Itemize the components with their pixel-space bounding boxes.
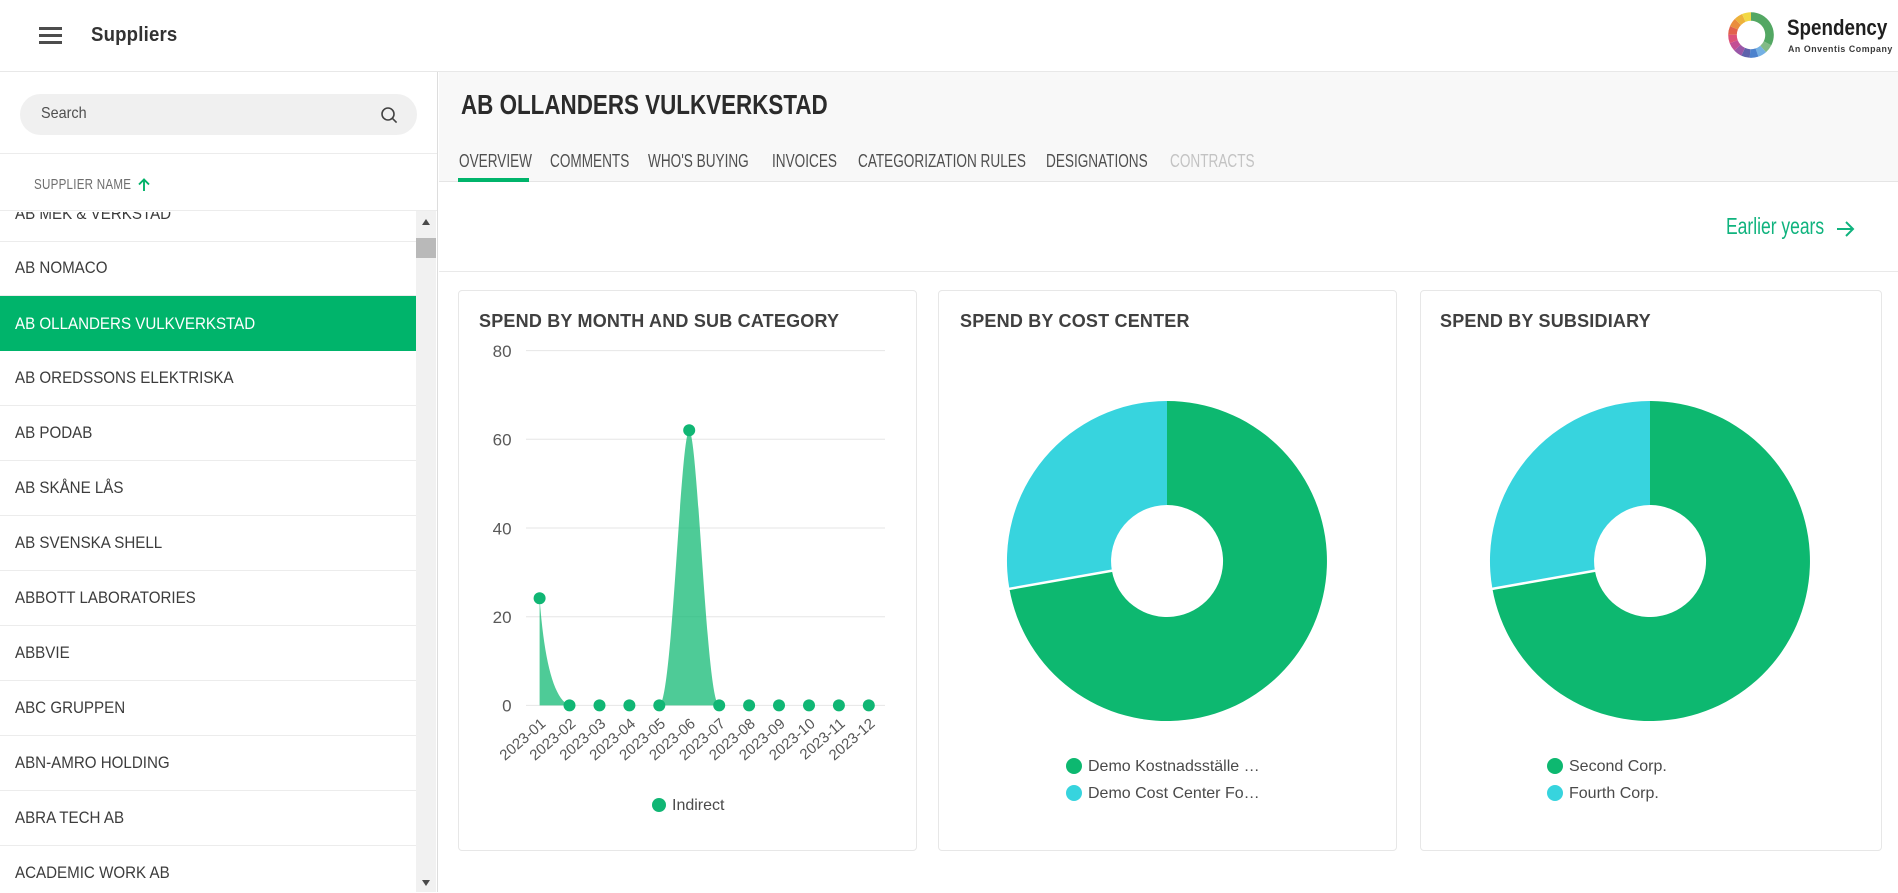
svg-text:60: 60 (493, 431, 512, 450)
svg-text:20: 20 (493, 608, 512, 627)
svg-text:40: 40 (493, 519, 512, 538)
svg-text:80: 80 (493, 342, 512, 361)
svg-text:0: 0 (502, 697, 511, 716)
